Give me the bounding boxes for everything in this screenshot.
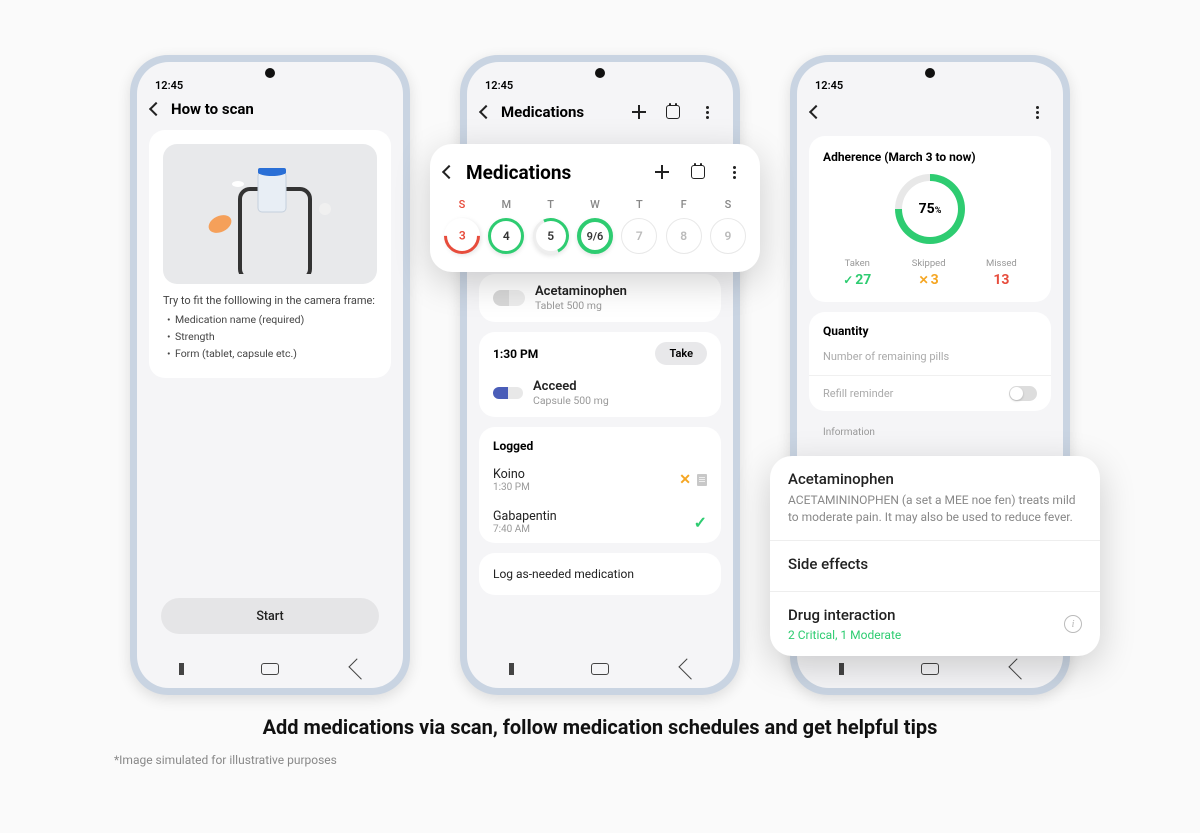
calendar-icon[interactable] [661, 100, 685, 124]
start-button[interactable]: Start [161, 598, 379, 634]
pill-icon [493, 290, 525, 306]
logged-label: Logged [479, 427, 721, 459]
log-name: Koino [493, 467, 530, 482]
page-title: Medications [501, 103, 584, 121]
medication-row[interactable]: Acceed Capsule 500 mg [479, 369, 721, 417]
day-cell[interactable]: M4 [488, 198, 524, 254]
log-asneeded-button[interactable]: Log as-needed medication [479, 553, 721, 595]
day-cell[interactable]: T5 [533, 198, 569, 254]
back-icon[interactable] [809, 105, 823, 119]
quantity-label: Quantity [809, 312, 1051, 350]
drug-interaction-section[interactable]: Drug interaction 2 Critical, 1 Moderate … [770, 592, 1100, 656]
note-icon [697, 474, 707, 486]
nav-home-icon[interactable] [921, 663, 939, 675]
stat-missed: Missed 13 [986, 258, 1017, 288]
capsule-icon [493, 387, 523, 399]
taken-icon: ✓ [694, 513, 707, 532]
more-icon[interactable] [1025, 100, 1049, 124]
nav-back-icon[interactable] [348, 658, 369, 679]
toggle-switch[interactable] [1009, 386, 1037, 401]
day-cell[interactable]: S3 [444, 198, 480, 254]
nav-home-icon[interactable] [261, 663, 279, 675]
nav-home-icon[interactable] [591, 663, 609, 675]
log-time: 1:30 PM [493, 482, 530, 493]
instruction-text: Try to fit the folllowing in the camera … [163, 294, 377, 307]
medication-sub: Tablet 500 mg [535, 299, 627, 312]
skipped-icon: ✕ [679, 472, 691, 488]
day-cell[interactable]: F8 [666, 198, 702, 254]
back-icon[interactable] [442, 165, 456, 179]
stat-taken: Taken 27 [843, 258, 871, 288]
camera-dot [265, 68, 275, 78]
info-icon[interactable]: i [1064, 615, 1082, 633]
android-navbar [467, 650, 733, 688]
more-icon[interactable] [722, 160, 746, 184]
info-description: ACETAMININOPHEN (a set a MEE noe fen) tr… [788, 492, 1082, 526]
log-row[interactable]: Gabapentin 7:40 AM ✓ [479, 501, 721, 543]
time-label: 1:30 PM [493, 347, 538, 361]
page-title: How to scan [171, 100, 254, 118]
disclaimer-text: *Image simulated for illustrative purpos… [114, 753, 1200, 767]
day-cell[interactable]: T7 [621, 198, 657, 254]
drug-info-card: Acetaminophen ACETAMININOPHEN (a set a M… [770, 456, 1100, 656]
take-button[interactable]: Take [655, 342, 707, 365]
more-icon[interactable] [695, 100, 719, 124]
android-navbar [797, 650, 1063, 688]
medication-name: Acceed [533, 379, 609, 394]
medication-sub: Capsule 500 mg [533, 394, 609, 407]
instruction-bullets: Medication name (required) Strength Form… [163, 313, 377, 360]
log-row[interactable]: Koino 1:30 PM ✕ [479, 459, 721, 501]
stat-skipped: Skipped 3 [912, 258, 946, 288]
interaction-summary: 2 Critical, 1 Moderate [788, 628, 901, 642]
info-heading: Side effects [788, 555, 1082, 573]
nav-recent-icon[interactable] [832, 663, 850, 675]
nav-recent-icon[interactable] [502, 663, 520, 675]
refill-row[interactable]: Refill reminder [809, 375, 1051, 411]
quantity-sub: Number of remaining pills [809, 350, 1051, 375]
scan-illustration [163, 144, 377, 284]
back-icon[interactable] [479, 105, 493, 119]
nav-back-icon[interactable] [678, 658, 699, 679]
back-icon[interactable] [149, 102, 163, 116]
add-icon[interactable] [650, 160, 674, 184]
log-time: 7:40 AM [493, 524, 557, 535]
information-label: Information [809, 421, 1051, 444]
adherence-title: Adherence (March 3 to now) [823, 150, 1037, 164]
status-time: 12:45 [155, 79, 183, 92]
info-section[interactable]: Acetaminophen ACETAMININOPHEN (a set a M… [770, 456, 1100, 541]
medication-row[interactable]: Acetaminophen Tablet 500 mg [479, 274, 721, 322]
calendar-icon[interactable] [686, 160, 710, 184]
medication-name: Acetaminophen [535, 284, 627, 299]
day-cell[interactable]: W9/6 [577, 198, 613, 254]
day-cell[interactable]: S9 [710, 198, 746, 254]
log-name: Gabapentin [493, 509, 557, 524]
phone-howtoscan: 12:45 How to scan [130, 55, 410, 695]
info-heading: Acetaminophen [788, 470, 1082, 488]
nav-recent-icon[interactable] [172, 663, 190, 675]
info-heading: Drug interaction [788, 606, 901, 624]
side-effects-section[interactable]: Side effects [770, 541, 1100, 592]
week-overlay-card: Medications S3 M4 T5 W9/6 T7 F8 S9 [430, 144, 760, 272]
overlay-title: Medications [466, 161, 571, 184]
status-time: 12:45 [485, 79, 513, 92]
camera-dot [595, 68, 605, 78]
android-navbar [137, 650, 403, 688]
status-time: 12:45 [815, 79, 843, 92]
nav-back-icon[interactable] [1008, 658, 1029, 679]
caption-text: Add medications via scan, follow medicat… [0, 715, 1200, 739]
adherence-ring: 75% [895, 174, 965, 244]
week-row: S3 M4 T5 W9/6 T7 F8 S9 [444, 198, 746, 254]
add-icon[interactable] [627, 100, 651, 124]
camera-dot [925, 68, 935, 78]
